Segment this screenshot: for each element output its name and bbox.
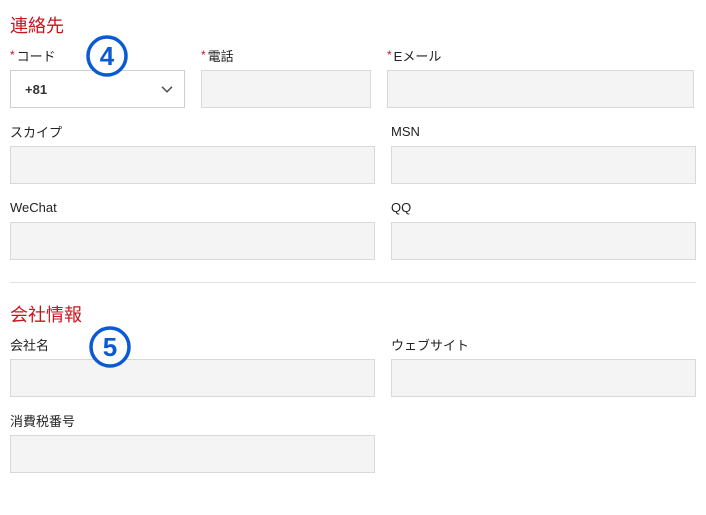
contact-row-1: * コード +81 * 電話 * Eメール — [10, 46, 696, 108]
msn-field: MSN — [391, 122, 696, 184]
company-section-title: 会社情報 — [10, 301, 696, 327]
contact-row-3: WeChat QQ — [10, 198, 696, 260]
email-field: * Eメール — [387, 46, 694, 108]
skype-field: スカイプ — [10, 122, 375, 184]
code-field: * コード +81 — [10, 46, 185, 108]
section-divider — [10, 282, 696, 283]
msn-input[interactable] — [391, 146, 696, 184]
company-name-field: 会社名 — [10, 335, 375, 397]
required-marker: * — [387, 48, 392, 62]
qq-field: QQ — [391, 198, 696, 260]
phone-label: * 電話 — [201, 46, 371, 64]
company-name-input[interactable] — [10, 359, 375, 397]
wechat-field: WeChat — [10, 198, 375, 260]
code-label-text: コード — [17, 46, 56, 65]
contact-section: 連絡先 * コード +81 * 電話 — [10, 12, 696, 260]
vat-label: 消費税番号 — [10, 411, 375, 429]
company-row-2: 消費税番号 — [10, 411, 696, 473]
email-input[interactable] — [387, 70, 694, 108]
company-section: 会社情報 5 会社名 ウェブサイト 消費税番号 — [10, 301, 696, 473]
contact-row-2: スカイプ MSN — [10, 122, 696, 184]
vat-field: 消費税番号 — [10, 411, 375, 473]
required-marker: * — [201, 48, 206, 62]
website-label: ウェブサイト — [391, 335, 696, 353]
phone-field: * 電話 — [201, 46, 371, 108]
phone-input[interactable] — [201, 70, 371, 108]
website-input[interactable] — [391, 359, 696, 397]
website-field: ウェブサイト — [391, 335, 696, 397]
qq-input[interactable] — [391, 222, 696, 260]
msn-label: MSN — [391, 122, 696, 140]
qq-label: QQ — [391, 198, 696, 216]
required-marker: * — [10, 48, 15, 62]
wechat-label: WeChat — [10, 198, 375, 216]
email-label-text: Eメール — [394, 46, 442, 65]
skype-label: スカイプ — [10, 122, 375, 140]
code-select[interactable]: +81 — [10, 70, 185, 108]
contact-section-title: 連絡先 — [10, 12, 696, 38]
email-label: * Eメール — [387, 46, 694, 64]
wechat-input[interactable] — [10, 222, 375, 260]
code-label: * コード — [10, 46, 185, 64]
vat-input[interactable] — [10, 435, 375, 473]
code-select-wrap: +81 — [10, 70, 185, 108]
skype-input[interactable] — [10, 146, 375, 184]
phone-label-text: 電話 — [208, 46, 234, 65]
company-row-1: 会社名 ウェブサイト — [10, 335, 696, 397]
company-name-label: 会社名 — [10, 335, 375, 353]
